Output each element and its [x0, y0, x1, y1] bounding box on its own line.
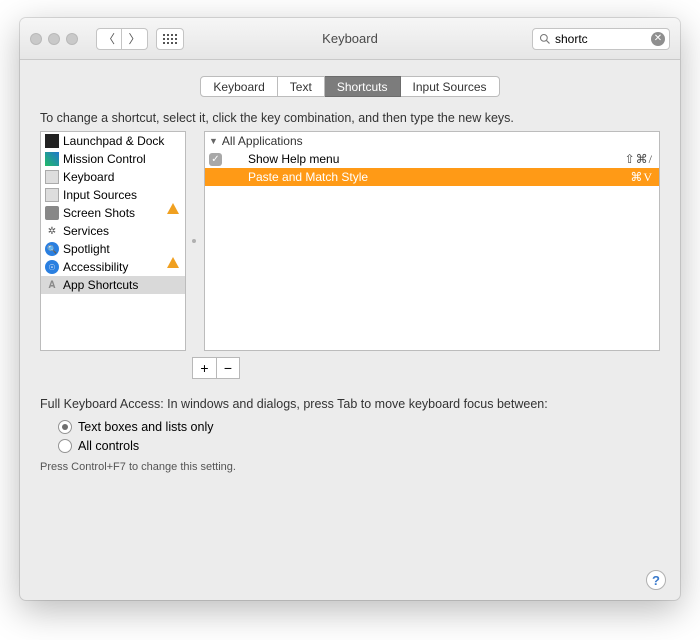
keyboard-access-label: Full Keyboard Access: In windows and dia… [40, 397, 660, 411]
chevron-right-icon: 〉 [128, 30, 140, 47]
nav-back-forward: 〈 〉 [96, 28, 148, 50]
radio-button[interactable] [58, 439, 72, 453]
shortcut-row[interactable]: Paste and Match Style ⌘V [205, 168, 659, 186]
services-icon: ✲ [45, 224, 59, 238]
split-drag-handle[interactable] [192, 131, 198, 351]
shortcut-keys[interactable]: ⌘V [630, 170, 653, 185]
sidebar-item-label: Spotlight [63, 242, 110, 256]
clear-search-button[interactable]: ✕ [651, 32, 665, 46]
tab-keyboard[interactable]: Keyboard [200, 76, 277, 97]
search-field-wrapper[interactable]: ✕ [532, 28, 670, 50]
sidebar-item-label: Screen Shots [63, 206, 135, 220]
check-icon: ✓ [211, 154, 219, 165]
sidebar-item-launchpad[interactable]: Launchpad & Dock [41, 132, 185, 150]
sidebar-item-mission-control[interactable]: Mission Control [41, 150, 185, 168]
group-label: All Applications [222, 134, 303, 148]
disclosure-triangle-icon[interactable]: ▼ [209, 136, 218, 146]
titlebar: 〈 〉 Keyboard ✕ [20, 18, 680, 60]
tabs: Keyboard Text Shortcuts Input Sources [40, 76, 660, 97]
radio-button[interactable] [58, 420, 72, 434]
sidebar-item-accessibility[interactable]: ☉ Accessibility [41, 258, 185, 276]
forward-button[interactable]: 〉 [122, 28, 148, 50]
window-body: Keyboard Text Shortcuts Input Sources To… [20, 60, 680, 600]
accessibility-icon: ☉ [45, 260, 59, 274]
chevron-left-icon: 〈 [103, 30, 115, 47]
instructions-text: To change a shortcut, select it, click t… [40, 111, 660, 125]
sidebar-item-spotlight[interactable]: 🔍 Spotlight [41, 240, 185, 258]
shortcut-checkbox[interactable]: ✓ [209, 153, 222, 166]
close-window-button[interactable] [30, 33, 42, 45]
tab-input-sources[interactable]: Input Sources [401, 76, 500, 97]
radio-all-controls[interactable]: All controls [58, 436, 660, 455]
sidebar-item-label: Services [63, 224, 109, 238]
search-icon [539, 33, 551, 45]
radio-label: All controls [78, 439, 139, 453]
shortcut-row[interactable]: ✓ Show Help menu ⇧⌘/ [205, 150, 659, 168]
sidebar-item-label: App Shortcuts [63, 278, 138, 292]
sidebar-item-app-shortcuts[interactable]: 𝐀 App Shortcuts [41, 276, 185, 294]
show-all-button[interactable] [156, 28, 184, 50]
radio-label: Text boxes and lists only [78, 420, 214, 434]
shortcut-label: Paste and Match Style [248, 170, 368, 184]
sidebar-item-label: Launchpad & Dock [63, 134, 164, 148]
sidebar-item-label: Mission Control [63, 152, 146, 166]
sidebar-item-services[interactable]: ✲ Services [41, 222, 185, 240]
app-shortcuts-icon: 𝐀 [45, 278, 59, 292]
zoom-window-button[interactable] [66, 33, 78, 45]
add-remove-buttons: + − [192, 357, 660, 379]
input-sources-icon [45, 188, 59, 202]
help-button[interactable]: ? [646, 570, 666, 590]
launchpad-icon [45, 134, 59, 148]
sidebar-item-label: Keyboard [63, 170, 114, 184]
preferences-window: 〈 〉 Keyboard ✕ Keyboard Text Shortcuts I… [20, 18, 680, 600]
shortcut-keys[interactable]: ⇧⌘/ [625, 152, 653, 167]
keyboard-access-radios: Text boxes and lists only All controls [58, 417, 660, 455]
shortcut-label: Show Help menu [248, 152, 339, 166]
spotlight-icon: 🔍 [45, 242, 59, 256]
minimize-window-button[interactable] [48, 33, 60, 45]
mission-control-icon [45, 152, 59, 166]
panels: Launchpad & Dock Mission Control Keyboar… [40, 131, 660, 351]
shortcut-group-header[interactable]: ▼ All Applications [205, 132, 659, 150]
screenshot-icon [45, 206, 59, 220]
remove-shortcut-button[interactable]: − [216, 357, 240, 379]
tab-text[interactable]: Text [278, 76, 325, 97]
tab-shortcuts[interactable]: Shortcuts [325, 76, 401, 97]
window-controls [30, 33, 78, 45]
radio-text-boxes-only[interactable]: Text boxes and lists only [58, 417, 660, 436]
x-icon: ✕ [654, 33, 662, 44]
warning-icon [167, 243, 181, 255]
category-sidebar[interactable]: Launchpad & Dock Mission Control Keyboar… [40, 131, 186, 351]
search-input[interactable] [551, 32, 651, 46]
add-shortcut-button[interactable]: + [192, 357, 216, 379]
back-button[interactable]: 〈 [96, 28, 122, 50]
sidebar-item-screen-shots[interactable]: Screen Shots [41, 204, 185, 222]
sidebar-item-label: Input Sources [63, 188, 137, 202]
sidebar-item-label: Accessibility [63, 260, 128, 274]
shortcut-list[interactable]: ▼ All Applications ✓ Show Help menu ⇧⌘/ … [204, 131, 660, 351]
keyboard-icon [45, 170, 59, 184]
sidebar-item-input-sources[interactable]: Input Sources [41, 186, 185, 204]
grid-icon [163, 34, 177, 44]
sidebar-item-keyboard[interactable]: Keyboard [41, 168, 185, 186]
drag-dot-icon [192, 239, 196, 243]
warning-icon [167, 189, 181, 201]
keyboard-access-hint: Press Control+F7 to change this setting. [40, 461, 660, 473]
